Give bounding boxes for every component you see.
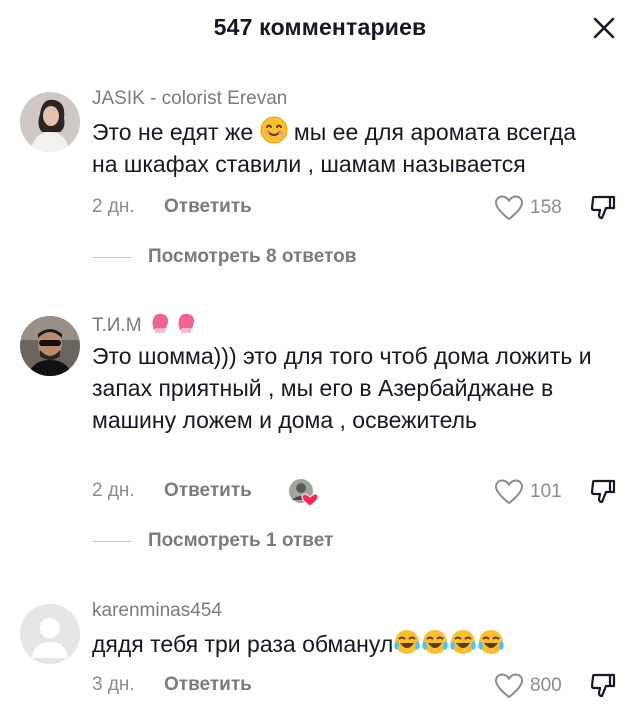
divider-line [92, 256, 132, 258]
smiling-face-emoji [260, 116, 288, 144]
comment-meta: 2 дн. Ответить 101 [92, 478, 616, 508]
avatar[interactable] [20, 604, 80, 664]
dislike-icon [590, 479, 616, 504]
comment-time: 3 дн. [92, 674, 135, 695]
tears-of-joy-emoji [422, 630, 448, 654]
reply-button[interactable]: Ответить [164, 196, 252, 218]
avatar[interactable] [20, 92, 80, 152]
dislike-button[interactable] [590, 194, 616, 228]
dislike-button[interactable] [590, 672, 616, 706]
comment-item: Т.И.М Это шомма))) это для того чтоб дом… [0, 308, 640, 558]
tears-of-joy-emoji [450, 630, 476, 654]
reply-button[interactable]: Ответить [164, 480, 252, 502]
close-icon [593, 17, 615, 39]
comment-text-part: дядя тебя три раза обманул [92, 631, 394, 657]
close-button[interactable] [588, 12, 620, 44]
dislike-icon [590, 673, 616, 698]
heart-icon [494, 673, 524, 699]
view-replies-label: Посмотреть 1 ответ [148, 530, 334, 551]
comment-username[interactable]: Т.И.М [92, 312, 199, 337]
view-replies-button[interactable]: Посмотреть 8 ответов [92, 246, 356, 268]
like-count: 800 [530, 675, 562, 696]
like-button[interactable]: 158 [494, 194, 562, 222]
like-count: 158 [530, 197, 562, 218]
divider-line [92, 540, 132, 542]
boxing-glove-emoji [178, 313, 194, 333]
dislike-button[interactable] [590, 478, 616, 512]
like-button[interactable]: 101 [494, 478, 562, 506]
comments-count-title: 547 комментариев [213, 14, 427, 40]
comment-time: 2 дн. [92, 480, 135, 501]
comment-text-part: Это не едят же [92, 119, 254, 145]
dislike-icon [590, 195, 616, 220]
creator-avatar-icon [289, 479, 319, 507]
comment-text: дядя тебя три раза обманул [92, 628, 612, 660]
comment-meta: 3 дн. Ответить 800 [92, 672, 616, 702]
like-count: 101 [530, 481, 562, 502]
comment-item: karenminas454 дядя тебя три раза обманул… [0, 596, 640, 716]
comment-username[interactable]: JASIK - colorist Erevan [92, 88, 287, 110]
heart-icon [494, 479, 524, 505]
comment-text: Это шомма))) это для того чтоб дома ложи… [92, 343, 592, 433]
avatar[interactable] [20, 316, 80, 376]
like-button[interactable]: 800 [494, 672, 562, 700]
tears-of-joy-emoji [478, 630, 504, 654]
comment-username[interactable]: karenminas454 [92, 600, 222, 622]
tears-of-joy-emoji [394, 630, 420, 654]
comment-meta: 2 дн. Ответить 158 [92, 194, 616, 224]
comment-time: 2 дн. [92, 196, 135, 217]
comments-header: 547 комментариев [0, 0, 640, 64]
comment-username-text: Т.И.М [92, 315, 142, 336]
comment-text: Это не едят же мы ее для аромата всегда … [92, 116, 592, 180]
view-replies-button[interactable]: Посмотреть 1 ответ [92, 530, 333, 552]
boxing-glove-emoji [152, 313, 168, 333]
heart-icon [494, 195, 524, 221]
reply-button[interactable]: Ответить [164, 674, 252, 696]
view-replies-label: Посмотреть 8 ответов [148, 246, 357, 267]
creator-liked-badge [288, 478, 319, 508]
comment-item: JASIK - colorist Erevan Это не едят же м… [0, 84, 640, 284]
